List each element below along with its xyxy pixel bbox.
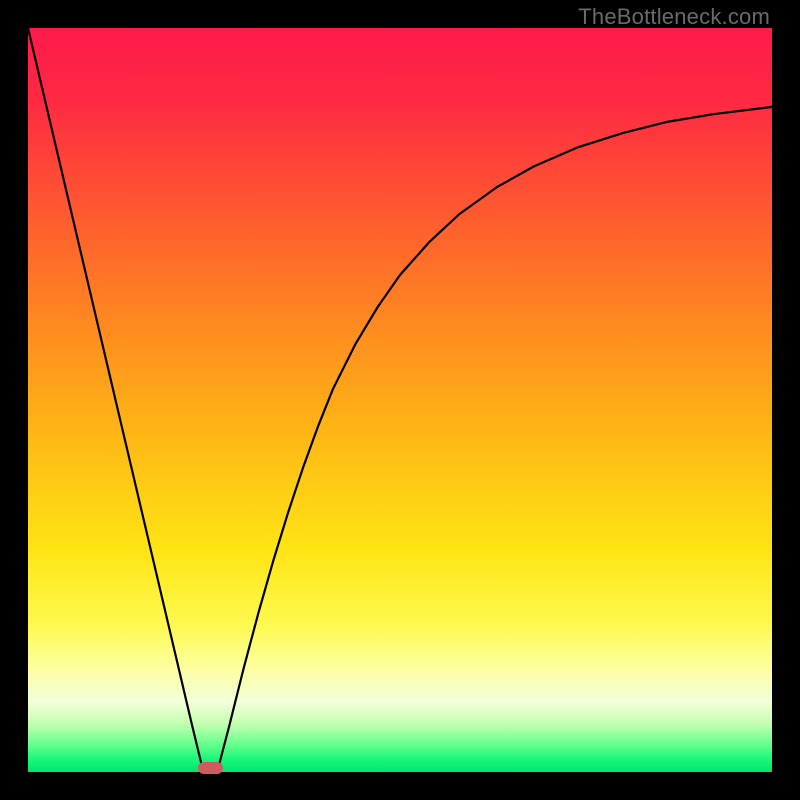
chart-frame: TheBottleneck.com xyxy=(0,0,800,800)
optimal-marker xyxy=(198,762,223,774)
curve-layer xyxy=(28,28,772,772)
watermark-text: TheBottleneck.com xyxy=(578,4,770,30)
plot-area xyxy=(28,28,772,772)
bottleneck-curve xyxy=(28,28,772,770)
